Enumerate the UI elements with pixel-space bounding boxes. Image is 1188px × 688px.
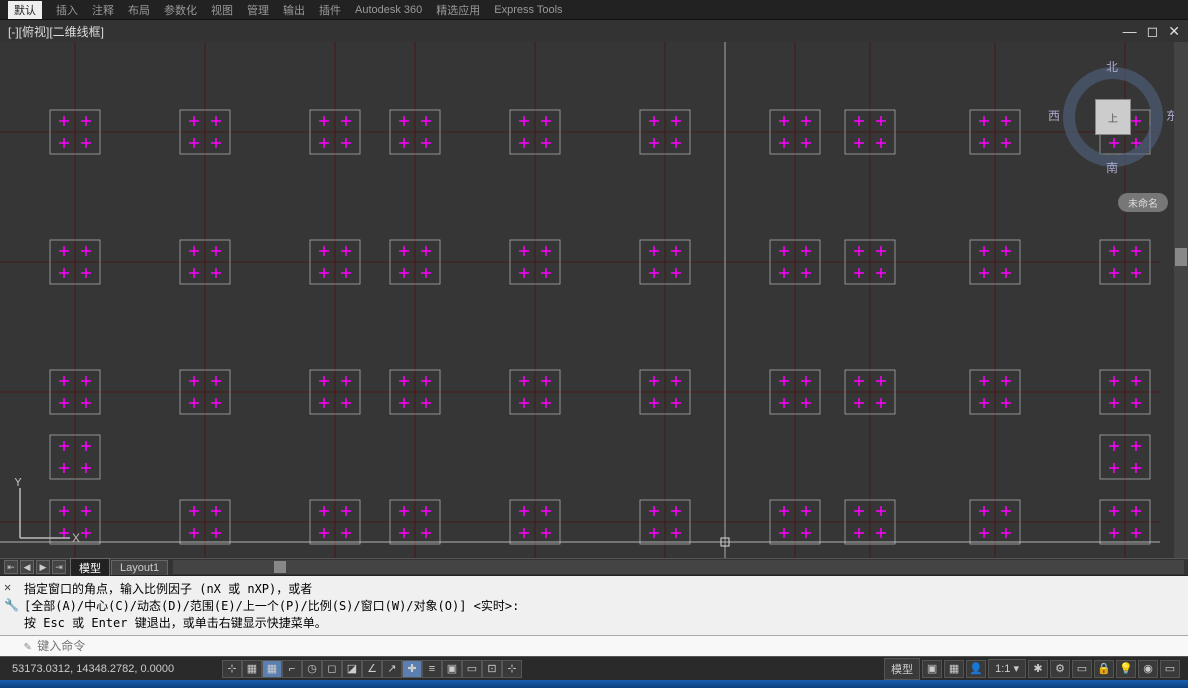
menu-item-output[interactable]: 输出 [283, 2, 305, 18]
viewcube-west-label[interactable]: 西 [1048, 107, 1060, 124]
horizontal-scrollbar[interactable] [173, 560, 1184, 574]
viewcube-top-face[interactable]: 上 [1095, 99, 1131, 135]
command-line-1: 指定窗口的角点，输入比例因子 (nX 或 nXP)，或者 [24, 580, 1180, 597]
windows-taskbar[interactable] [0, 680, 1188, 688]
minimize-icon[interactable]: — [1123, 23, 1137, 39]
status-dyn-icon[interactable]: ✚ [402, 660, 422, 678]
menu-item-insert[interactable]: 插入 [56, 2, 78, 18]
scrollbar-thumb[interactable] [1175, 248, 1187, 266]
status-layout-icon[interactable]: ▣ [922, 660, 942, 678]
tab-last-icon[interactable]: ⇥ [52, 560, 66, 574]
status-otrack-icon[interactable]: ∠ [362, 660, 382, 678]
menu-item-autodesk360[interactable]: Autodesk 360 [355, 4, 422, 16]
maximize-icon[interactable]: ◻ [1147, 23, 1159, 40]
menu-bar: 默认 插入 注释 布局 参数化 视图 管理 输出 插件 Autodesk 360… [0, 0, 1188, 20]
viewcube[interactable]: 上 北 南 东 西 未命名 [1058, 62, 1168, 172]
menu-item-view[interactable]: 视图 [211, 2, 233, 18]
status-ducs-icon[interactable]: ↗ [382, 660, 402, 678]
viewcube-unnamed-button[interactable]: 未命名 [1118, 193, 1168, 212]
command-input-row: ✎ [0, 636, 1188, 656]
vertical-scrollbar[interactable] [1174, 42, 1188, 558]
menu-item-express[interactable]: Express Tools [494, 4, 562, 16]
status-snap-icon[interactable]: ▦ [242, 660, 262, 678]
status-model-button[interactable]: 模型 [884, 658, 920, 680]
status-tpy-icon[interactable]: ▣ [442, 660, 462, 678]
status-lock-icon[interactable]: 🔒 [1094, 660, 1114, 678]
tab-model[interactable]: 模型 [70, 558, 110, 577]
status-toolbar-icon[interactable]: ▭ [1072, 660, 1092, 678]
menu-item-layout[interactable]: 布局 [128, 2, 150, 18]
viewport-label[interactable]: [-][俯视][二维线框] [8, 23, 104, 40]
status-sc-icon[interactable]: ⊡ [482, 660, 502, 678]
viewcube-north-label[interactable]: 北 [1106, 58, 1118, 75]
menu-item-featured[interactable]: 精选应用 [436, 2, 480, 18]
tab-layout1[interactable]: Layout1 [111, 560, 168, 575]
status-scale-button[interactable]: 1:1 ▾ [988, 659, 1026, 678]
command-area: ✕ 🔧 指定窗口的角点，输入比例因子 (nX 或 nXP)，或者 [全部(A)/… [0, 576, 1188, 656]
command-line-2: [全部(A)/中心(C)/动态(D)/范围(E)/上一个(P)/比例(S)/窗口… [24, 597, 1180, 614]
status-3dosnap-icon[interactable]: ◪ [342, 660, 362, 678]
status-ws-icon[interactable]: ⚙ [1050, 660, 1070, 678]
tab-next-icon[interactable]: ▶ [36, 560, 50, 574]
status-ortho-icon[interactable]: ⌐ [282, 660, 302, 678]
menu-item-plugins[interactable]: 插件 [319, 2, 341, 18]
menu-item-default[interactable]: 默认 [8, 1, 42, 19]
menu-item-manage[interactable]: 管理 [247, 2, 269, 18]
status-hardware-icon[interactable]: 💡 [1116, 660, 1136, 678]
viewport-header: [-][俯视][二维线框] — ◻ ✕ [0, 20, 1188, 42]
viewcube-south-label[interactable]: 南 [1106, 159, 1118, 176]
status-osnap-icon[interactable]: ◻ [322, 660, 342, 678]
status-clean-icon[interactable]: ▭ [1160, 660, 1180, 678]
status-lwt-icon[interactable]: ≡ [422, 660, 442, 678]
status-qp-icon[interactable]: ▭ [462, 660, 482, 678]
status-isolate-icon[interactable]: ◉ [1138, 660, 1158, 678]
drawing-canvas[interactable] [0, 42, 1188, 558]
tab-prev-icon[interactable]: ◀ [20, 560, 34, 574]
command-input[interactable] [37, 639, 1180, 653]
h-scrollbar-thumb[interactable] [274, 561, 286, 573]
status-qv-icon[interactable]: ▦ [944, 660, 964, 678]
tab-first-icon[interactable]: ⇤ [4, 560, 18, 574]
status-bar: 53173.0312, 14348.2782, 0.0000 ⊹ ▦ ▦ ⌐ ◷… [0, 656, 1188, 680]
command-tool-icon[interactable]: 🔧 [4, 598, 19, 612]
command-line-3: 按 Esc 或 Enter 键退出，或单击右键显示快捷菜单。 [24, 614, 1180, 631]
menu-item-parametric[interactable]: 参数化 [164, 2, 197, 18]
tabs-bar: ⇤ ◀ ▶ ⇥ 模型 Layout1 [0, 558, 1188, 576]
command-close-icon[interactable]: ✕ [4, 580, 11, 594]
status-ann-auto-icon[interactable]: ✱ [1028, 660, 1048, 678]
close-icon[interactable]: ✕ [1168, 23, 1180, 40]
status-coordinates: 53173.0312, 14348.2782, 0.0000 [8, 663, 218, 675]
status-polar-icon[interactable]: ◷ [302, 660, 322, 678]
drawing-area[interactable]: 上 北 南 东 西 未命名 X Y [0, 42, 1188, 558]
status-am-icon[interactable]: ⊹ [502, 660, 522, 678]
status-infer-icon[interactable]: ⊹ [222, 660, 242, 678]
command-prompt-icon: ✎ [24, 639, 31, 653]
status-grid-icon[interactable]: ▦ [262, 660, 282, 678]
status-ann-vis-icon[interactable]: 👤 [966, 660, 986, 678]
command-history: ✕ 🔧 指定窗口的角点，输入比例因子 (nX 或 nXP)，或者 [全部(A)/… [0, 576, 1188, 636]
menu-item-annotate[interactable]: 注释 [92, 2, 114, 18]
